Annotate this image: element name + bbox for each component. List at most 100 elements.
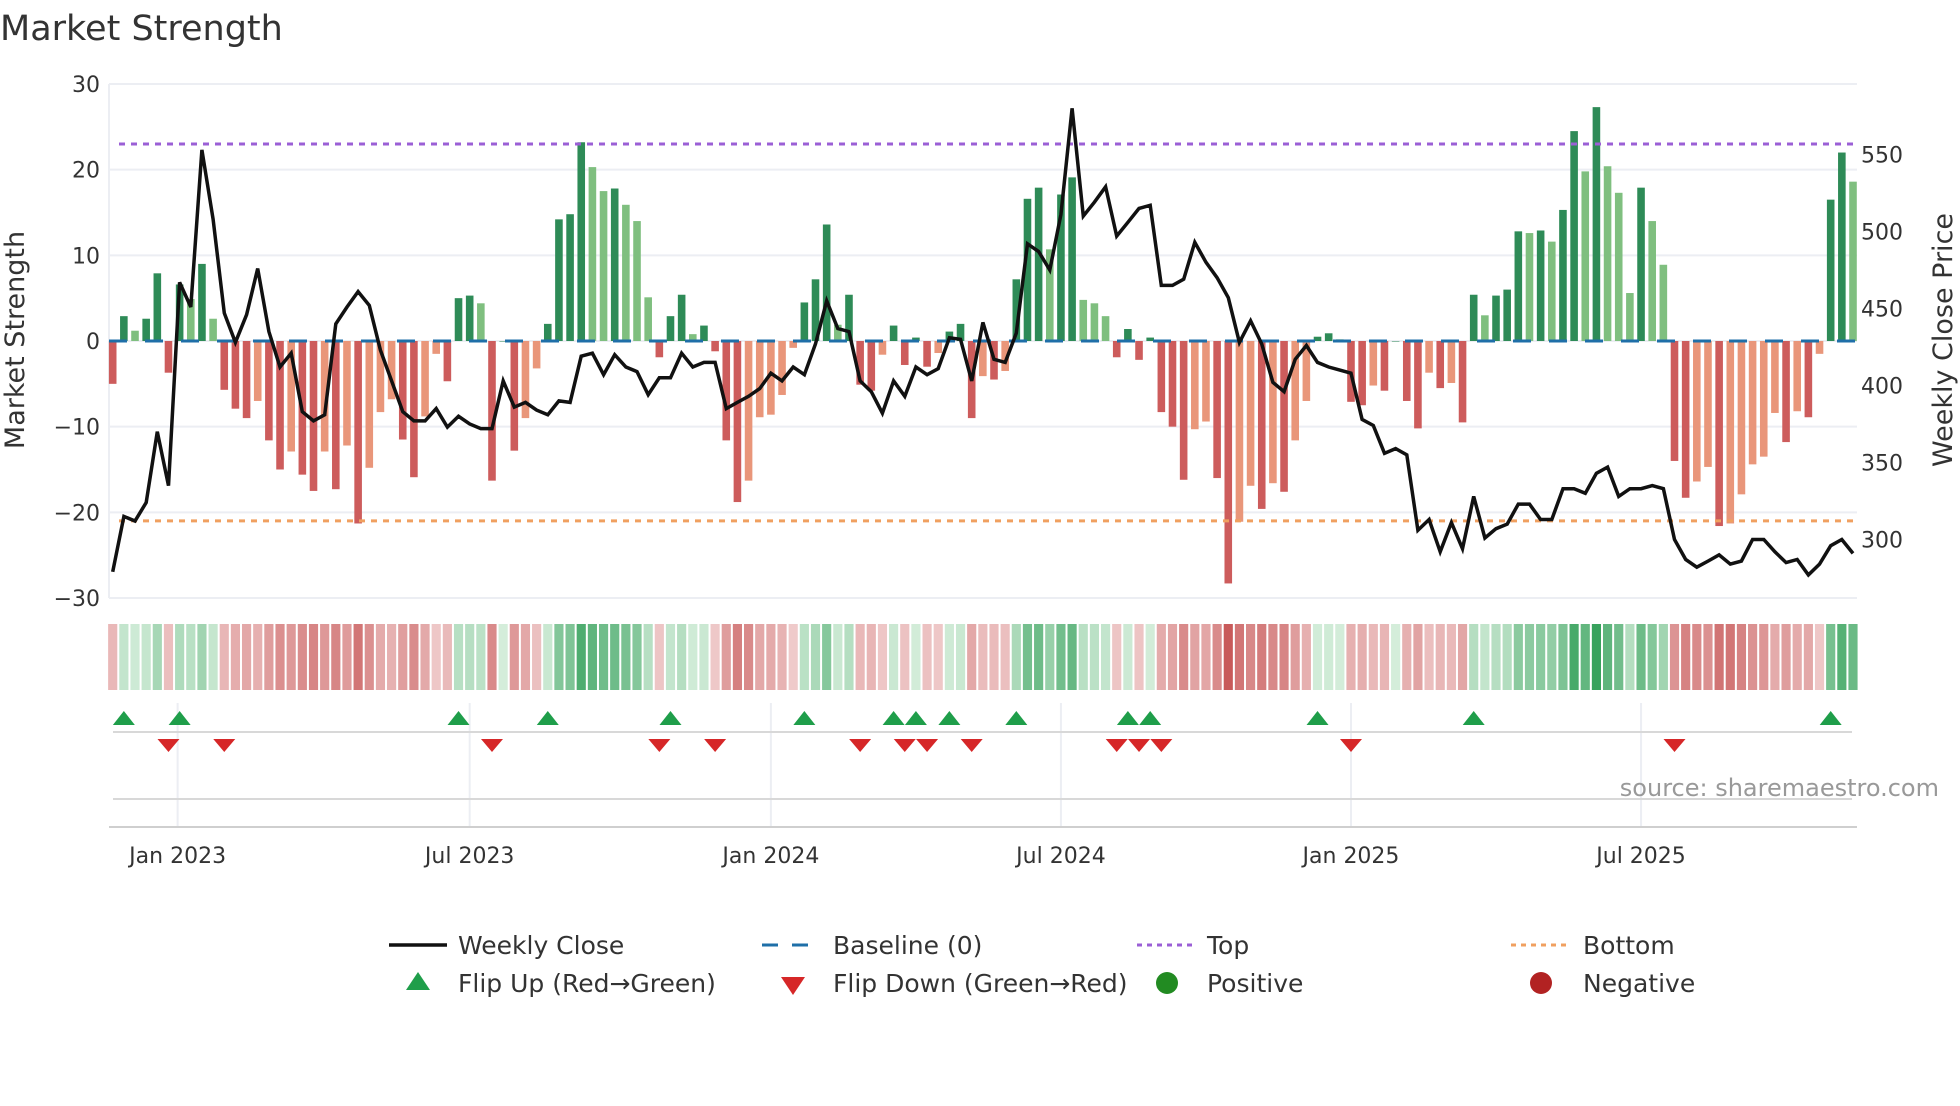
flip-down-marker (893, 739, 916, 752)
strip-cell (1669, 624, 1680, 690)
strength-bar (198, 263, 206, 341)
strength-bar (343, 341, 351, 446)
strip-cell (1056, 624, 1066, 690)
strip-cell (230, 624, 240, 690)
strength-bar (1179, 341, 1188, 480)
strength-bar (1826, 199, 1835, 341)
strength-bar (555, 219, 563, 341)
strength-bar (1838, 152, 1846, 341)
strength-bar (477, 303, 485, 341)
strength-bar (1079, 299, 1088, 341)
strip-cell (532, 624, 542, 690)
strip-cell (1022, 624, 1033, 690)
flip-up-marker (168, 711, 191, 725)
strength-bar (164, 341, 173, 373)
strip-cell (1424, 624, 1434, 690)
strength-bar (1525, 233, 1534, 341)
strip-cell (1826, 624, 1836, 690)
strip-cell (331, 624, 341, 690)
strength-bar (131, 330, 139, 341)
strength-bar (253, 341, 262, 401)
flip-down-marker (960, 739, 983, 752)
y2-tick-label: 450 (1861, 298, 1903, 323)
strength-bar (1213, 341, 1221, 479)
strength-bar (677, 294, 686, 341)
strip-cell (944, 624, 954, 690)
strip-cell (1391, 624, 1401, 690)
strength-bar (1157, 341, 1166, 413)
strength-bar (1402, 341, 1411, 401)
strength-bar (153, 273, 162, 341)
y-tick-label: 30 (72, 73, 100, 98)
strip-cell (186, 624, 196, 690)
strip-cell (1156, 624, 1166, 690)
strength-bar (1748, 341, 1757, 465)
strength-bar (510, 341, 519, 451)
strength-bar (1536, 230, 1545, 341)
strength-bar (421, 341, 429, 417)
strength-bar (1782, 341, 1790, 443)
strength-bar (1481, 315, 1489, 341)
strip-cell (197, 624, 207, 690)
strip-cell (1625, 624, 1635, 690)
strip-cell (1223, 624, 1233, 690)
strength-bar (1726, 341, 1735, 524)
strip-cell (1268, 624, 1278, 690)
flip-down-marker (849, 739, 872, 752)
strip-cell (353, 624, 363, 690)
strength-bar (1849, 181, 1857, 341)
strip-cell (320, 624, 330, 690)
y-tick-label: −10 (54, 416, 100, 441)
strength-bar (1269, 341, 1277, 484)
x-tick-label: Jan 2025 (1301, 844, 1400, 869)
strip-cell (1290, 624, 1300, 690)
strength-bar (900, 341, 909, 365)
strip-cell (866, 624, 876, 690)
strip-cell (654, 624, 664, 690)
strip-cell (1580, 624, 1590, 690)
strip-cell (1614, 624, 1624, 690)
strip-cell (1714, 624, 1724, 690)
strip-cell (1848, 624, 1858, 690)
legend-positive-icon (1156, 972, 1178, 994)
strip-cell (1748, 624, 1758, 690)
strength-bar (1224, 341, 1233, 584)
source-note: source: sharemaestro.com (1620, 774, 1939, 802)
strength-bar (755, 341, 764, 418)
axis-ticks: 30 20 10 0 −10 −20 −30 550 500 450 400 350 300 Jan 20… (54, 73, 1903, 869)
strength-bar (532, 341, 541, 369)
strip-cell (610, 624, 620, 690)
strength-bar (878, 341, 887, 355)
strip-cell (1335, 624, 1345, 690)
x-tick-label: Jul 2024 (1014, 844, 1106, 869)
strip-cell (643, 624, 653, 690)
strip-cell (788, 624, 798, 690)
strip-cell (1011, 624, 1021, 690)
strength-bar (242, 341, 251, 419)
strip-cell (989, 624, 999, 690)
strip-cell (141, 624, 151, 690)
strength-bar (309, 341, 318, 491)
strength-bar (231, 341, 240, 409)
strip-cell (1112, 624, 1122, 690)
strength-bar (465, 295, 474, 341)
strip-cell (1736, 624, 1747, 690)
strip-cell (1591, 624, 1601, 690)
legend-baseline-label: Baseline (0) (833, 931, 982, 960)
strength-bar (733, 341, 742, 503)
strength-bar (1614, 192, 1623, 341)
strip-cell (1212, 624, 1222, 690)
strength-bar (633, 221, 641, 341)
strength-bar (1559, 209, 1567, 341)
strip-cell (1457, 624, 1468, 690)
strip-cell (275, 624, 285, 690)
strip-cell (855, 624, 865, 690)
legend-flip-up-label: Flip Up (Red→Green) (458, 969, 716, 998)
legend-positive-label: Positive (1207, 969, 1303, 998)
strength-bar (622, 204, 630, 341)
flip-down-marker (704, 739, 727, 752)
strip-cell (1246, 624, 1256, 690)
strength-bar (398, 341, 407, 440)
strip-cell (1167, 624, 1178, 690)
y-tick-label: 0 (86, 330, 100, 355)
